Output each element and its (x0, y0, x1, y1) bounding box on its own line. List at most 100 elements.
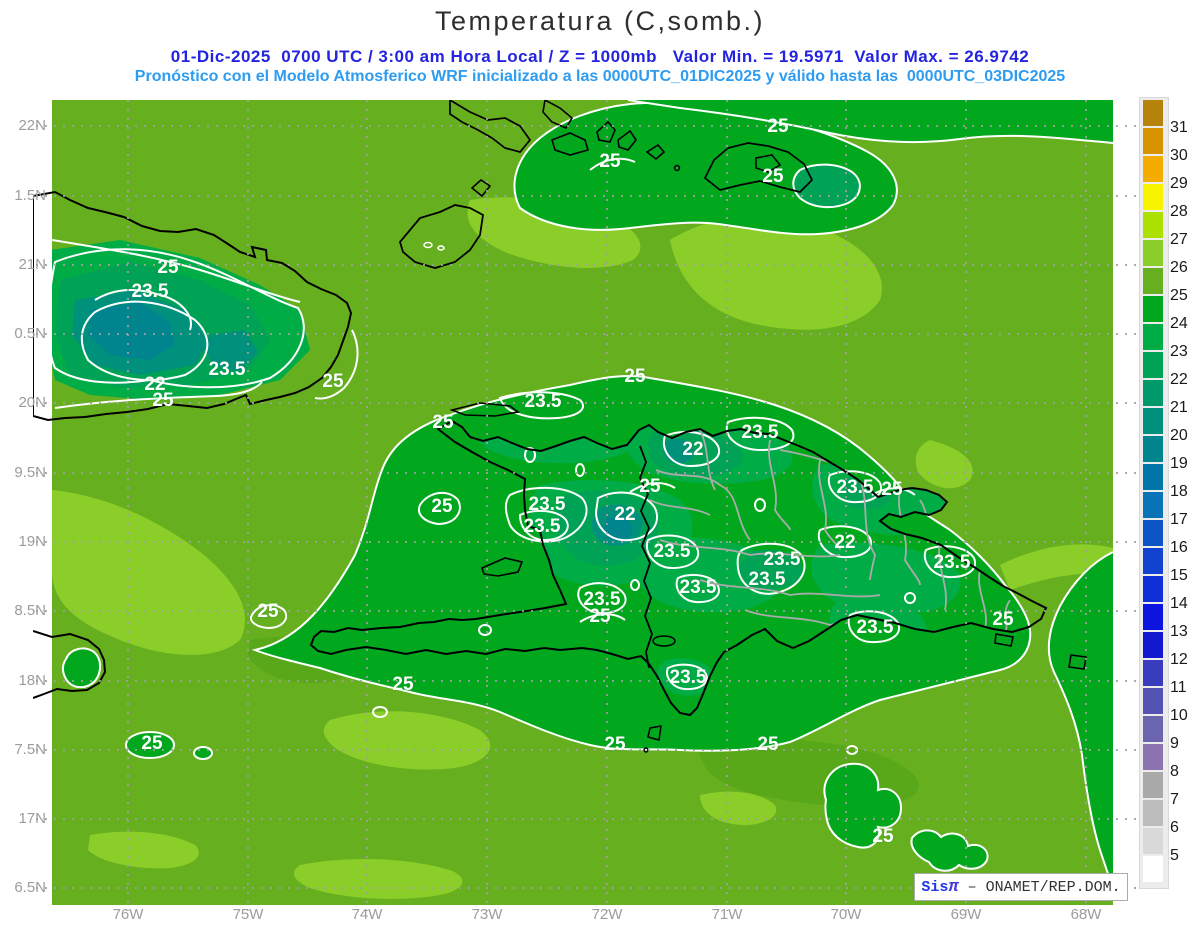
colorbar-block (1143, 660, 1163, 686)
colorbar-block (1143, 632, 1163, 658)
colorbar-block (1143, 212, 1163, 238)
contour-label: 22 (834, 532, 856, 553)
colorbar-block (1143, 464, 1163, 490)
pi-icon: π (948, 877, 959, 897)
colorbar-block (1143, 856, 1163, 882)
contour-label: 23.5 (763, 549, 801, 570)
x-axis-label: 74W (351, 906, 383, 923)
x-axis-label: 72W (591, 906, 623, 923)
colorbar-block (1143, 240, 1163, 266)
y-axis-label: 22N (18, 117, 46, 134)
colorbar-block (1143, 296, 1163, 322)
colorbar-tick-label: 22 (1170, 371, 1188, 388)
branding-sis: Sis (921, 878, 949, 896)
contour-label: 25 (589, 606, 611, 627)
y-axis-label: 9.5N (14, 464, 46, 481)
colorbar-tick-label: 24 (1170, 315, 1188, 332)
x-axis-label: 73W (471, 906, 503, 923)
colorbar-tick-label: 5 (1170, 847, 1179, 864)
colorbar-block (1143, 380, 1163, 406)
contour-label: 23.5 (669, 667, 707, 688)
colorbar-block (1143, 716, 1163, 742)
x-axis-label: 68W (1070, 906, 1102, 923)
contour-label: 22 (682, 439, 704, 460)
contour-label: 23.5 (131, 281, 169, 302)
colorbar-block (1143, 268, 1163, 294)
colorbar-tick-label: 26 (1170, 259, 1188, 276)
branding-box: Sis π – ONAMET/REP.DOM. (914, 873, 1128, 901)
colorbar-tick-label: 11 (1170, 679, 1187, 696)
colorbar-tick-label: 6 (1170, 819, 1179, 836)
colorbar-tick-label: 12 (1170, 651, 1188, 668)
contour-label: 23.5 (208, 359, 246, 380)
colorbar-tick-label: 28 (1170, 203, 1188, 220)
weather-map-page: Temperatura (C,somb.) 01-Dic-2025 0700 U… (0, 0, 1200, 927)
colorbar-tick-label: 31 (1170, 119, 1188, 136)
y-axis-label: 17N (18, 810, 46, 827)
contour-label: 25 (639, 476, 661, 497)
contour-label: 23.5 (933, 552, 971, 573)
colorbar-tick-label: 29 (1170, 175, 1188, 192)
contour-label: 25 (152, 390, 174, 411)
colorbar-tick-label: 9 (1170, 735, 1179, 752)
colorbar-block (1143, 520, 1163, 546)
colorbar-block (1143, 352, 1163, 378)
contour-label: 25 (604, 734, 626, 755)
contour-label: 25 (992, 609, 1014, 630)
contour-label: 23.5 (836, 477, 874, 498)
x-axis-label: 75W (232, 906, 264, 923)
contour-label: 25 (157, 257, 179, 278)
y-axis-label: 6.5N (14, 879, 46, 896)
colorbar-block (1143, 548, 1163, 574)
colorbar-tick-label: 20 (1170, 427, 1188, 444)
colorbar-block (1143, 688, 1163, 714)
branding-agency: – ONAMET/REP.DOM. (958, 878, 1121, 896)
y-axis-label: 19N (18, 533, 46, 550)
y-axis-label: 0.5N (14, 325, 46, 342)
colorbar-block (1143, 184, 1163, 210)
contour-label: 23.5 (748, 569, 786, 590)
contour-label: 23.5 (653, 541, 691, 562)
colorbar-block (1143, 604, 1163, 630)
colorbar-block (1143, 436, 1163, 462)
map-canvas (33, 100, 1136, 911)
y-axis-label: 20N (18, 394, 46, 411)
colorbar-block (1143, 324, 1163, 350)
y-axis-label: 21N (18, 256, 46, 273)
contour-label: 25 (431, 496, 453, 517)
colorbar-tick-label: 14 (1170, 595, 1188, 612)
colorbar-block (1143, 128, 1163, 154)
colorbar-tick-label: 30 (1170, 147, 1188, 164)
contour-label: 25 (762, 166, 784, 187)
x-axis-label: 70W (830, 906, 862, 923)
colorbar-tick-label: 19 (1170, 455, 1188, 472)
contour-label: 25 (872, 826, 894, 847)
colorbar-block (1143, 744, 1163, 770)
colorbar-tick-label: 23 (1170, 343, 1188, 360)
colorbar-block (1143, 828, 1163, 854)
y-axis-label: 7.5N (14, 741, 46, 758)
contour-label: 25 (599, 151, 621, 172)
y-axis-label: 18N (18, 672, 46, 689)
contour-label: 25 (881, 479, 903, 500)
colorbar-block (1143, 408, 1163, 434)
y-axis-label: 1.5N (14, 187, 46, 204)
colorbar-tick-label: 25 (1170, 287, 1188, 304)
y-axis-label: 8.5N (14, 602, 46, 619)
contour-label: 25 (432, 412, 454, 433)
x-axis-label: 71W (711, 906, 743, 923)
x-axis-label: 69W (950, 906, 982, 923)
contour-label: 23.5 (528, 494, 566, 515)
colorbar-tick-label: 17 (1170, 511, 1188, 528)
contour-label: 25 (322, 371, 344, 392)
colorbar-block (1143, 156, 1163, 182)
temperature-shading (52, 100, 1113, 905)
colorbar-tick-label: 8 (1170, 763, 1179, 780)
contour-label: 25 (767, 116, 789, 137)
contour-label: 25 (757, 734, 779, 755)
contour-label: 25 (257, 601, 279, 622)
contour-label: 23.5 (523, 516, 561, 537)
colorbar-tick-label: 13 (1170, 623, 1188, 640)
colorbar-tick-label: 15 (1170, 567, 1188, 584)
colorbar-tick-label: 18 (1170, 483, 1188, 500)
